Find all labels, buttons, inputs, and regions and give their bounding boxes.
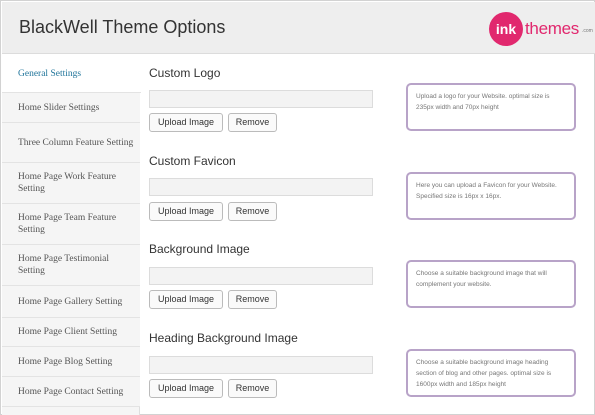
sidebar-item-label: Home Page Blog Setting — [18, 356, 113, 367]
sidebar-item-label: Home Slider Settings — [18, 102, 100, 113]
section-title: Custom Favicon — [149, 154, 236, 168]
upload-image-button[interactable]: Upload Image — [149, 113, 223, 132]
logo-suffix: .com — [582, 28, 593, 34]
section-title: Background Image — [149, 242, 250, 256]
settings-content: Custom Logo Upload Image Remove Upload a… — [141, 55, 595, 415]
sidebar-item-label: Home Page Gallery Setting — [18, 296, 123, 307]
remove-button[interactable]: Remove — [228, 113, 277, 132]
sidebar-item-team-feature[interactable]: Home Page Team Feature Setting — [2, 204, 140, 245]
header: BlackWell Theme Options ink themes .com — [2, 2, 595, 54]
help-box: Choose a suitable background image headi… — [406, 349, 576, 397]
sidebar-item-label: Home Page Contact Setting — [18, 386, 124, 397]
sidebar-item-label: Three Column Feature Setting — [18, 137, 134, 148]
sidebar-item-testimonial[interactable]: Home Page Testimonial Setting — [2, 245, 140, 286]
upload-image-button[interactable]: Upload Image — [149, 202, 223, 221]
custom-logo-url-input[interactable] — [149, 90, 373, 108]
sidebar-item-label: Home Page Client Setting — [18, 327, 117, 337]
sidebar-item-label: Home Page Team Feature Setting — [18, 213, 117, 235]
sidebar-item-label: Home Page Testimonial Setting — [18, 254, 109, 276]
section-title: Custom Logo — [149, 66, 221, 80]
sidebar-item-client[interactable]: Home Page Client Setting — [2, 318, 140, 347]
custom-favicon-url-input[interactable] — [149, 178, 373, 196]
sidebar-item-general-settings[interactable]: General Settings — [2, 55, 141, 93]
theme-options-panel: BlackWell Theme Options ink themes .com … — [0, 0, 595, 415]
sidebar-item-work-feature[interactable]: Home Page Work Feature Setting — [2, 163, 140, 204]
page-title: BlackWell Theme Options — [19, 17, 226, 37]
background-image-url-input[interactable] — [149, 267, 373, 285]
section-title: Heading Background Image — [149, 331, 298, 345]
sidebar-item-blog[interactable]: Home Page Blog Setting — [2, 347, 140, 377]
remove-button[interactable]: Remove — [228, 202, 277, 221]
help-box: Here you can upload a Favicon for your W… — [406, 172, 576, 220]
settings-sidebar: General Settings Home Slider Settings Th… — [2, 55, 141, 415]
logo-wordmark: themes — [525, 19, 579, 38]
sidebar-item-gallery[interactable]: Home Page Gallery Setting — [2, 286, 140, 318]
sidebar-item-label: General Settings — [18, 68, 82, 79]
heading-background-url-input[interactable] — [149, 356, 373, 374]
logo-mark: ink — [489, 12, 523, 46]
remove-button[interactable]: Remove — [228, 290, 277, 309]
help-box: Upload a logo for your Website. optimal … — [406, 83, 576, 131]
upload-image-button[interactable]: Upload Image — [149, 290, 223, 309]
sidebar-item-three-column-feature[interactable]: Three Column Feature Setting — [2, 123, 140, 163]
sidebar-item-contact[interactable]: Home Page Contact Setting — [2, 377, 140, 407]
upload-image-button[interactable]: Upload Image — [149, 379, 223, 398]
remove-button[interactable]: Remove — [228, 379, 277, 398]
sidebar-item-label: Home Page Work Feature Setting — [18, 172, 116, 194]
help-box: Choose a suitable background image that … — [406, 260, 576, 308]
sidebar-item-home-slider-settings[interactable]: Home Slider Settings — [2, 93, 140, 123]
